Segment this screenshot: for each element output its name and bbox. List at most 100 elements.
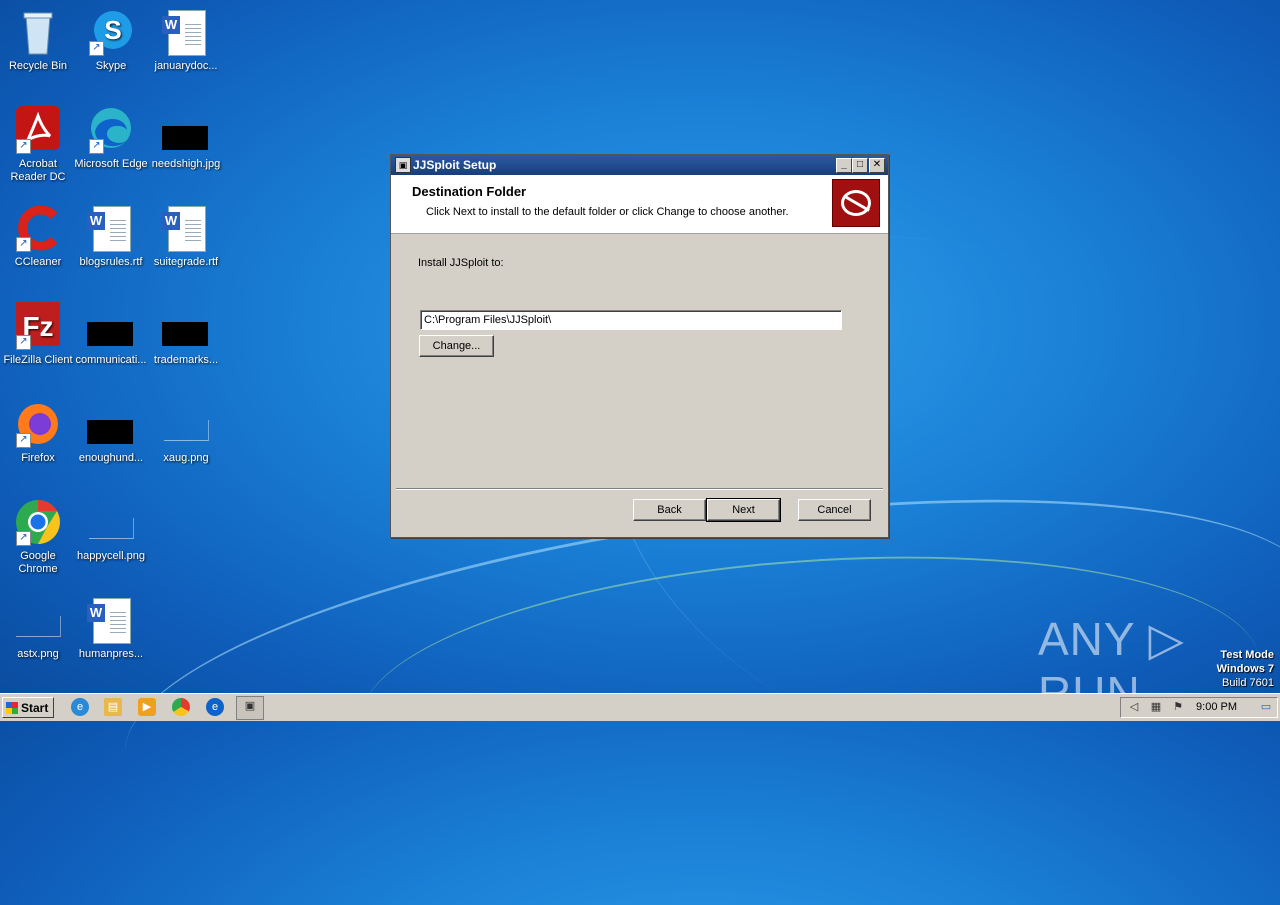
- svg-text:S: S: [104, 15, 121, 45]
- jjsploit-logo-icon: [832, 179, 880, 227]
- firefox-icon: ↗: [14, 400, 62, 448]
- chrome-icon: ↗: [14, 498, 62, 546]
- edge-icon: ↗: [87, 106, 135, 154]
- desktop-icon-skype[interactable]: S ↗ Skype: [73, 8, 149, 73]
- desktop-icon-label: trademarks...: [153, 354, 219, 366]
- desktop-icon-label: astx.png: [17, 648, 59, 660]
- start-button[interactable]: Start: [2, 697, 54, 718]
- shortcut-arrow-icon: ↗: [89, 41, 104, 56]
- setup-dialog: ▣ JJSploit Setup _ □ ✕ Destination Folde…: [390, 154, 889, 538]
- divider: [396, 488, 883, 490]
- change-button[interactable]: Change...: [419, 335, 494, 357]
- maximize-button[interactable]: □: [852, 158, 868, 173]
- shortcut-arrow-icon: ↗: [16, 237, 31, 252]
- close-button[interactable]: ✕: [869, 158, 885, 173]
- ccleaner-icon: ↗: [14, 204, 62, 252]
- image-file-icon: [87, 400, 135, 448]
- desktop-icon-label: Skype: [95, 60, 127, 72]
- install-path-field[interactable]: [420, 310, 842, 330]
- desktop-icon-label: FileZilla Client: [3, 354, 73, 366]
- install-location-label: Install JJSploit to:: [418, 257, 504, 269]
- desktop-icon-label: Recycle Bin: [8, 60, 68, 72]
- ie-icon[interactable]: e: [71, 698, 89, 716]
- installer-icon: ▣: [395, 157, 411, 173]
- desktop-icon-label: humanpres...: [78, 648, 144, 660]
- page-title: Destination Folder: [412, 184, 527, 199]
- explorer-icon[interactable]: ▤: [104, 698, 122, 716]
- desktop-icon-label: januarydoc...: [154, 60, 218, 72]
- taskbar: Start e ▤ ▶ e ▣ ◁ ▦ ⚑ 9:00 PM ▭: [0, 693, 1280, 721]
- desktop-icon-enoughund[interactable]: enoughund...: [73, 400, 149, 465]
- desktop-icon-chrome[interactable]: ↗ Google Chrome: [0, 498, 76, 576]
- dialog-titlebar[interactable]: ▣ JJSploit Setup _ □ ✕: [391, 155, 888, 175]
- desktop-icon-xaug[interactable]: xaug.png: [148, 400, 224, 465]
- next-button[interactable]: Next: [706, 498, 781, 522]
- shortcut-arrow-icon: ↗: [16, 139, 31, 154]
- desktop-icon-label: blogsrules.rtf: [79, 256, 143, 268]
- build-label: Build 7601: [1222, 677, 1274, 689]
- page-subtitle: Click Next to install to the default fol…: [426, 206, 789, 218]
- word-document-icon: W: [162, 8, 210, 56]
- word-document-icon: W: [162, 204, 210, 252]
- shortcut-arrow-icon: ↗: [16, 335, 31, 350]
- edge-icon[interactable]: e: [206, 698, 224, 716]
- word-document-icon: W: [87, 204, 135, 252]
- flag-icon[interactable]: ⚑: [1171, 700, 1185, 714]
- desktop-icon-edge[interactable]: ↗ Microsoft Edge: [73, 106, 149, 171]
- minimize-button[interactable]: _: [836, 158, 852, 173]
- desktop-icon-label: happycell.png: [77, 550, 145, 562]
- windows-version-label: Windows 7: [1216, 663, 1274, 675]
- desktop-icon-recycle-bin[interactable]: Recycle Bin: [0, 8, 76, 73]
- desktop-icon-humanpres[interactable]: W humanpres...: [73, 596, 149, 661]
- shortcut-arrow-icon: ↗: [16, 531, 31, 546]
- desktop-icon-januarydoc[interactable]: W januarydoc...: [148, 8, 224, 73]
- clock[interactable]: 9:00 PM: [1196, 698, 1237, 717]
- filezilla-icon: Fz ↗: [14, 302, 62, 350]
- desktop-icon-blogsrules[interactable]: W blogsrules.rtf: [73, 204, 149, 269]
- desktop-icon-label: CCleaner: [14, 256, 62, 268]
- desktop-icon-label: Firefox: [21, 452, 55, 464]
- os-build-info: Test Mode Windows 7 Build 7601: [1217, 648, 1274, 690]
- image-file-icon: [162, 400, 210, 448]
- media-player-icon[interactable]: ▶: [138, 698, 156, 716]
- system-tray: ◁ ▦ ⚑ 9:00 PM ▭: [1120, 697, 1278, 718]
- image-file-icon: [87, 302, 135, 350]
- desktop-icon-communicati[interactable]: communicati...: [73, 302, 149, 367]
- desktop-icon-needshigh[interactable]: needshigh.jpg: [148, 106, 224, 171]
- desktop-icon-acrobat[interactable]: ↗ Acrobat Reader DC: [0, 106, 76, 184]
- shortcut-arrow-icon: ↗: [89, 139, 104, 154]
- volume-icon[interactable]: ◁: [1127, 700, 1141, 714]
- image-file-icon: [87, 498, 135, 546]
- image-file-icon: [162, 106, 210, 154]
- desktop-icon-firefox[interactable]: ↗ Firefox: [0, 400, 76, 465]
- show-desktop-icon[interactable]: ▭: [1259, 700, 1273, 714]
- desktop-icon-happycell[interactable]: happycell.png: [73, 498, 149, 563]
- skype-icon: S ↗: [87, 8, 135, 56]
- desktop-icon-filezilla[interactable]: Fz ↗ FileZilla Client: [0, 302, 76, 367]
- network-icon[interactable]: ▦: [1149, 700, 1163, 714]
- image-file-icon: [162, 302, 210, 350]
- desktop-icon-label: Acrobat Reader DC: [10, 158, 66, 183]
- cancel-button[interactable]: Cancel: [798, 499, 871, 521]
- desktop-icon-label: communicati...: [75, 354, 147, 366]
- dialog-header: Destination Folder Click Next to install…: [391, 175, 888, 234]
- desktop-icon-label: xaug.png: [163, 452, 209, 464]
- desktop-icon-label: needshigh.jpg: [151, 158, 221, 170]
- desktop-icon-astx[interactable]: astx.png: [0, 596, 76, 661]
- chrome-icon[interactable]: [172, 698, 190, 716]
- image-file-icon: [14, 596, 62, 644]
- desktop-icon-ccleaner[interactable]: ↗ CCleaner: [0, 204, 76, 269]
- jjsploit-setup-icon[interactable]: ▣: [236, 696, 264, 720]
- desktop-icon-trademarks[interactable]: trademarks...: [148, 302, 224, 367]
- desktop-icon-label: enoughund...: [78, 452, 144, 464]
- recycle-bin-icon: [14, 8, 62, 56]
- desktop-icon-label: suitegrade.rtf: [153, 256, 219, 268]
- desktop-icon-suitegrade[interactable]: W suitegrade.rtf: [148, 204, 224, 269]
- word-document-icon: W: [87, 596, 135, 644]
- acrobat-icon: ↗: [14, 106, 62, 154]
- shortcut-arrow-icon: ↗: [16, 433, 31, 448]
- back-button[interactable]: Back: [633, 499, 706, 521]
- test-mode-label: Test Mode: [1220, 649, 1274, 661]
- desktop-icon-label: Microsoft Edge: [74, 158, 148, 170]
- desktop-icon-label: Google Chrome: [18, 550, 58, 575]
